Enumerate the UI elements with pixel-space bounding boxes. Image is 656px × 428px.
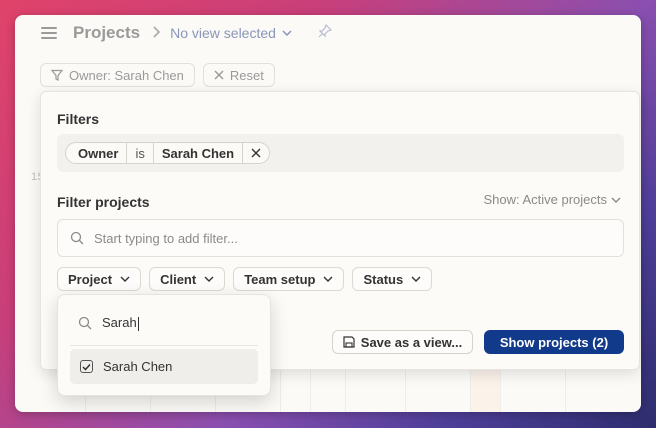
reset-button[interactable]: Reset — [202, 63, 275, 87]
dropdown-label: Client — [160, 271, 197, 287]
option-label: Sarah Chen — [103, 359, 173, 374]
breadcrumb-chevron-icon — [152, 25, 161, 41]
owner-filter-chip[interactable]: Owner is Sarah Chen — [65, 142, 271, 164]
text-caret — [137, 316, 139, 331]
checkbox[interactable] — [80, 360, 93, 373]
save-as-view-label: Save as a view... — [360, 334, 463, 350]
filter-dropdown-row: Project Client Team setup Status — [57, 267, 433, 291]
menu-icon[interactable] — [41, 27, 57, 39]
filter-search-placeholder: Start typing to add filter... — [94, 230, 238, 246]
close-icon — [251, 148, 261, 158]
save-icon — [343, 336, 355, 348]
owner-filter-pill[interactable]: Owner: Sarah Chen — [40, 63, 195, 87]
dropdown-label: Project — [68, 271, 113, 287]
dropdown-label: Status — [363, 271, 404, 287]
chevron-down-icon — [611, 197, 621, 203]
save-as-view-button[interactable]: Save as a view... — [332, 330, 473, 354]
chip-operator[interactable]: is — [127, 143, 154, 163]
project-dropdown[interactable]: Project — [57, 267, 142, 291]
option-sarah-chen[interactable]: Sarah Chen — [70, 349, 258, 384]
status-dropdown[interactable]: Status — [352, 267, 433, 291]
chevron-down-icon — [323, 276, 333, 282]
search-icon — [78, 316, 92, 330]
popover-search-input[interactable]: Sarah — [78, 315, 139, 331]
chevron-down-icon — [282, 30, 292, 36]
reset-label: Reset — [229, 67, 264, 83]
owner-filter-label: Owner: Sarah Chen — [69, 67, 184, 83]
chevron-down-icon — [204, 276, 214, 282]
chevron-down-icon — [120, 276, 130, 282]
close-icon — [214, 70, 224, 80]
dropdown-label: Team setup — [244, 271, 316, 287]
show-projects-button[interactable]: Show projects (2) — [484, 330, 624, 354]
popover-divider — [70, 345, 258, 346]
pin-icon[interactable] — [318, 23, 333, 43]
top-bar: Projects No view selected — [15, 15, 641, 51]
popover-search-value: Sarah — [102, 315, 137, 330]
team-setup-dropdown[interactable]: Team setup — [233, 267, 345, 291]
filters-heading: Filters — [57, 111, 100, 127]
check-icon — [82, 363, 91, 371]
filter-icon — [51, 69, 63, 81]
chevron-down-icon — [411, 276, 421, 282]
view-selector-label: No view selected — [170, 25, 276, 41]
active-filters-area: Owner is Sarah Chen — [57, 134, 624, 172]
show-scope-label: Show: Active projects — [483, 192, 607, 207]
search-icon — [70, 231, 84, 245]
view-selector[interactable]: No view selected — [170, 25, 292, 41]
project-dropdown-popover: Sarah Sarah Chen — [57, 294, 271, 396]
page-title: Projects — [73, 23, 141, 42]
client-dropdown[interactable]: Client — [149, 267, 226, 291]
chip-value[interactable]: Sarah Chen — [154, 143, 244, 163]
filter-projects-heading: Filter projects — [57, 194, 150, 210]
active-filter-bar: Owner: Sarah Chen Reset — [40, 63, 275, 87]
show-scope-selector[interactable]: Show: Active projects — [483, 192, 621, 207]
chip-remove-button[interactable] — [243, 143, 269, 163]
filter-search-input[interactable]: Start typing to add filter... — [57, 219, 624, 257]
chip-key[interactable]: Owner — [66, 143, 128, 163]
